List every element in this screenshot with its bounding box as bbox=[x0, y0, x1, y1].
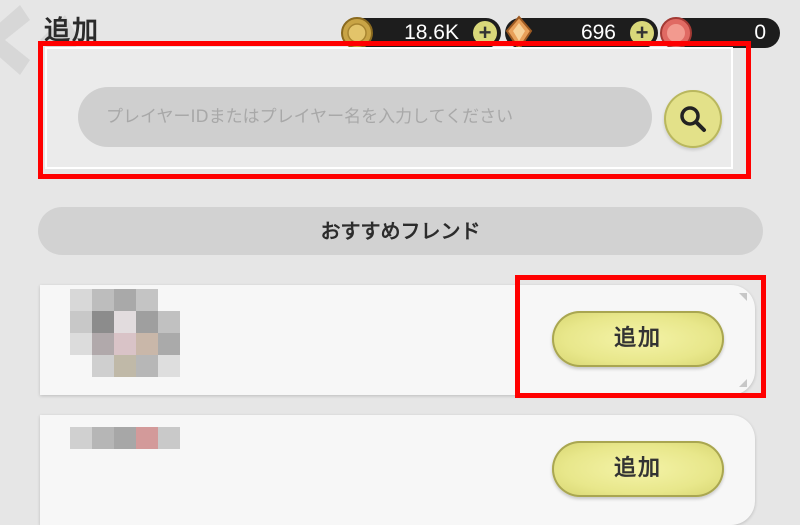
add-friend-button[interactable]: 追加 bbox=[552, 441, 724, 497]
search-highlight-box bbox=[38, 41, 751, 179]
recommended-friends-header: おすすめフレンド bbox=[38, 207, 763, 255]
red-gem-value: 0 bbox=[754, 21, 766, 44]
friend-avatar bbox=[70, 415, 330, 525]
friend-avatar bbox=[70, 285, 330, 395]
add-button-highlight-box bbox=[515, 275, 766, 398]
